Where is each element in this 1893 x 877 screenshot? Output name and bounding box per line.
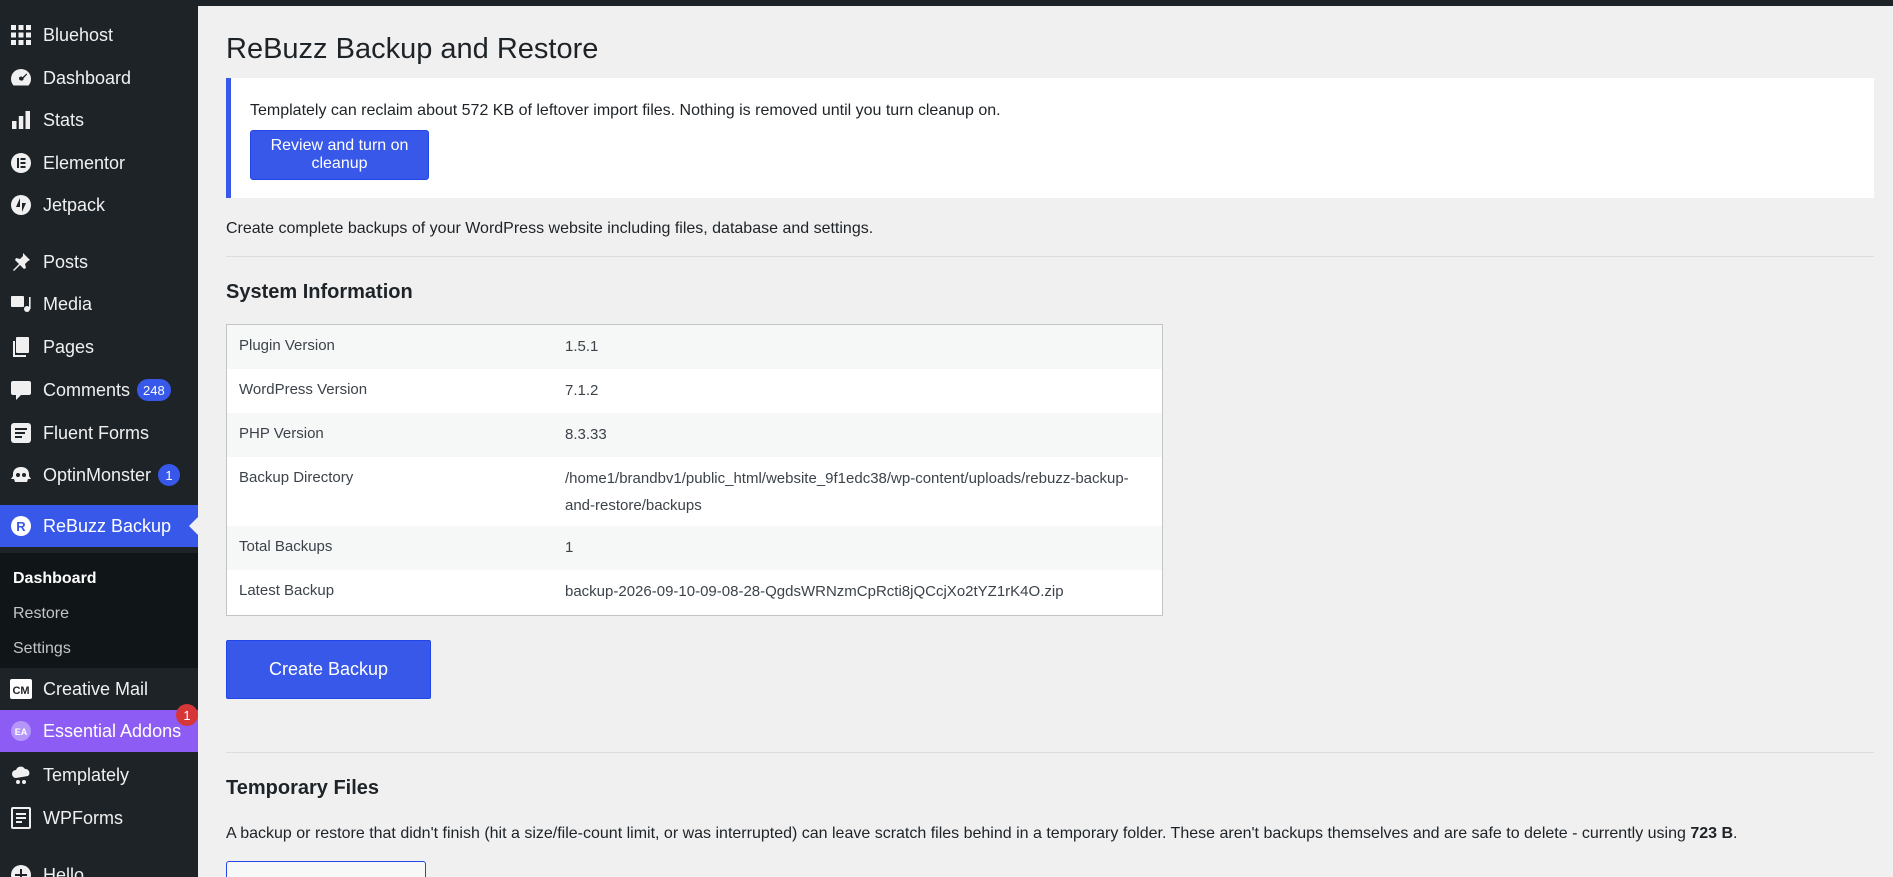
sidebar-item-label: Jetpack [43, 194, 106, 215]
sidebar-item-label: Stats [43, 109, 85, 130]
row-value: 8.3.33 [565, 426, 607, 443]
temp-files-description: A backup or restore that didn't finish (… [226, 825, 1738, 843]
table-row: Plugin Version 1.5.1 [227, 325, 1162, 369]
submenu-dashboard[interactable]: Dashboard [13, 570, 97, 588]
templately-icon [9, 763, 33, 787]
comment-icon [9, 378, 33, 402]
main-content: ReBuzz Backup and Restore Templately can… [226, 6, 1874, 877]
cm-icon: CM [9, 677, 33, 701]
row-value: 1.5.1 [565, 338, 599, 355]
svg-text:R: R [16, 519, 26, 534]
sidebar-item-label: Elementor [43, 152, 126, 173]
sidebar-item-label: Pages [43, 336, 95, 357]
table-row: Latest Backup backup-2026-09-10-09-08-28… [227, 570, 1162, 615]
sidebar-item-comments[interactable]: Comments 248 [0, 369, 198, 411]
sidebar-item-essential-addons[interactable]: EA Essential Addons 1 [0, 704, 198, 752]
ea-icon: EA [9, 719, 33, 743]
grid-icon [9, 23, 33, 47]
sidebar-item-rebuzz-backup[interactable]: R ReBuzz Backup [0, 505, 198, 547]
row-key: Backup Directory [239, 469, 354, 486]
page-description: Create complete backups of your WordPres… [226, 220, 874, 237]
system-info-heading: System Information [226, 281, 413, 303]
sidebar-item-label: Dashboard [43, 67, 132, 88]
row-key: Total Backups [239, 538, 333, 555]
row-key: WordPress Version [239, 381, 368, 398]
sidebar-item-jetpack[interactable]: Jetpack [0, 184, 198, 226]
elementor-icon [9, 151, 33, 175]
submenu-settings[interactable]: Settings [13, 640, 71, 658]
sidebar-item-templately[interactable]: Templately [0, 754, 198, 796]
dashboard-icon [9, 66, 33, 90]
table-row: WordPress Version 7.1.2 [227, 369, 1162, 413]
svg-text:CM: CM [12, 685, 29, 697]
monster-icon [9, 463, 33, 487]
sidebar-item-hello[interactable]: Hello [0, 854, 198, 877]
sidebar-item-label: Templately [43, 764, 130, 785]
cleanup-notice: Templately can reclaim about 572 KB of l… [226, 78, 1874, 198]
temp-end: . [1733, 825, 1738, 842]
sidebar-item-fluent-forms[interactable]: Fluent Forms [0, 412, 198, 454]
temp-size: 723 B [1690, 825, 1734, 842]
rebuzz-icon: R [9, 514, 33, 538]
sidebar-item-media[interactable]: Media [0, 283, 198, 325]
svg-text:EA: EA [15, 727, 28, 737]
system-info-table: Plugin Version 1.5.1 WordPress Version 7… [226, 324, 1163, 616]
review-cleanup-button[interactable]: Review and turn on cleanup [250, 130, 429, 180]
sidebar-item-label: OptinMonster [43, 464, 152, 485]
submenu-restore[interactable]: Restore [13, 605, 69, 623]
admin-sidebar: Bluehost Dashboard Stats Elementor Jetpa… [0, 6, 198, 877]
essential-addons-badge: 1 [176, 704, 198, 726]
sidebar-item-posts[interactable]: Posts [0, 241, 198, 283]
sidebar-item-label: Media [43, 293, 93, 314]
delete-temp-files-button[interactable] [226, 861, 426, 877]
sidebar-item-label: Creative Mail [43, 678, 149, 699]
forms-icon [9, 421, 33, 445]
divider [226, 256, 1874, 257]
media-icon [9, 292, 33, 316]
wpforms-icon [9, 806, 33, 830]
create-backup-button[interactable]: Create Backup [226, 640, 431, 699]
sidebar-item-label: Hello [43, 864, 85, 877]
plus-icon [9, 863, 33, 877]
temp-files-heading: Temporary Files [226, 777, 380, 799]
sidebar-item-label: Posts [43, 251, 89, 272]
row-key: PHP Version [239, 425, 324, 442]
sidebar-item-elementor[interactable]: Elementor [0, 142, 198, 184]
sidebar-item-label: Essential Addons [43, 720, 182, 741]
divider [226, 752, 1874, 753]
sidebar-item-creative-mail[interactable]: CM Creative Mail [0, 668, 198, 710]
sidebar-item-pages[interactable]: Pages [0, 326, 198, 368]
row-key: Plugin Version [239, 337, 335, 354]
sidebar-item-label: ReBuzz Backup [43, 515, 172, 536]
table-row: PHP Version 8.3.33 [227, 413, 1162, 457]
optinmonster-badge: 1 [158, 464, 181, 486]
sidebar-item-stats[interactable]: Stats [0, 99, 198, 141]
pin-icon [9, 250, 33, 274]
notice-text: Templately can reclaim about 572 KB of l… [250, 102, 1001, 119]
row-value: 7.1.2 [565, 382, 599, 399]
jetpack-icon [9, 193, 33, 217]
sidebar-item-bluehost[interactable]: Bluehost [0, 14, 198, 56]
sidebar-item-dashboard[interactable]: Dashboard [0, 57, 198, 99]
sidebar-item-label: Fluent Forms [43, 422, 150, 443]
stats-icon [9, 108, 33, 132]
table-row: Backup Directory /home1/brandbv1/public_… [227, 457, 1162, 526]
sidebar-item-wpforms[interactable]: WPForms [0, 797, 198, 839]
temp-text: A backup or restore that didn't finish (… [226, 825, 1691, 842]
page-title: ReBuzz Backup and Restore [226, 33, 599, 65]
sidebar-item-label: Bluehost [43, 24, 114, 45]
row-value: /home1/brandbv1/public_html/website_9f1e… [565, 470, 1129, 514]
pages-icon [9, 335, 33, 359]
rebuzz-submenu: Dashboard Restore Settings [0, 553, 198, 668]
row-key: Latest Backup [239, 582, 335, 599]
sidebar-item-label: WPForms [43, 807, 123, 828]
sidebar-item-label: Comments [43, 379, 131, 400]
row-value: 1 [565, 539, 574, 556]
row-value: backup-2026-09-10-09-08-28-QgdsWRNzmCpRc… [565, 583, 1064, 600]
sidebar-item-optinmonster[interactable]: OptinMonster 1 [0, 454, 198, 496]
table-row: Total Backups 1 [227, 526, 1162, 570]
comment-count-badge: 248 [137, 379, 171, 401]
